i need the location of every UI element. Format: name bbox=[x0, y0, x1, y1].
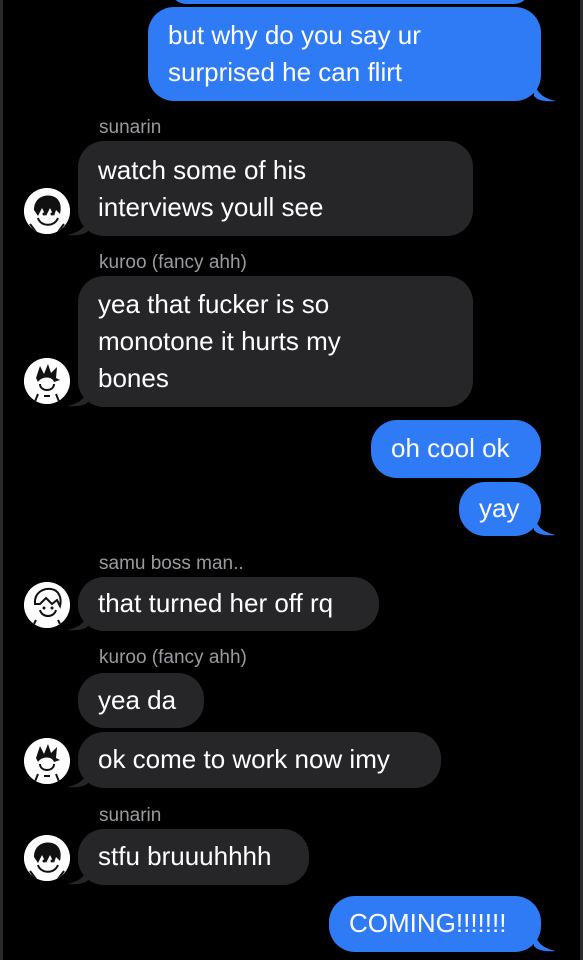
message-bubble-incoming[interactable]: ok come to work now imy bbox=[78, 732, 441, 788]
message-bubble-incoming[interactable]: stfu bruuuhhhh bbox=[78, 829, 309, 885]
sender-name: sunarin bbox=[99, 117, 162, 138]
message-line: bones bbox=[98, 363, 169, 393]
message-bubble-incoming[interactable]: that turned her off rq bbox=[78, 577, 379, 631]
bubble-tail bbox=[67, 766, 89, 788]
bubble-tail bbox=[67, 214, 89, 236]
message-line: yay bbox=[479, 493, 520, 523]
message-line: that turned her off rq bbox=[98, 588, 334, 618]
bubble-tail bbox=[67, 609, 89, 631]
sender-name: kuroo (fancy ahh) bbox=[99, 252, 247, 273]
bubble-tail bbox=[67, 863, 89, 885]
message-line: ok come to work now imy bbox=[98, 744, 390, 774]
sunarin-avatar[interactable] bbox=[24, 188, 70, 234]
message-line: but why do you say ur bbox=[168, 20, 421, 50]
sunarin-avatar[interactable] bbox=[24, 835, 70, 881]
message-line: yea da bbox=[98, 685, 177, 715]
previous-message-bubble[interactable] bbox=[170, 0, 530, 4]
message-line: interviews youll see bbox=[98, 192, 324, 222]
message-bubble-outgoing[interactable]: oh cool ok bbox=[371, 420, 541, 478]
message-line: watch some of his bbox=[98, 155, 307, 185]
message-line: COMING!!!!!!! bbox=[349, 908, 507, 938]
message-bubble-outgoing[interactable]: but why do you say ur surprised he can f… bbox=[148, 7, 541, 101]
message-line: stfu bruuuhhhh bbox=[98, 841, 272, 871]
sender-name: samu boss man.. bbox=[99, 553, 244, 574]
bubble-tail bbox=[534, 514, 556, 536]
message-line: surprised he can flirt bbox=[168, 57, 403, 87]
message-bubble-incoming[interactable]: yea da bbox=[78, 673, 204, 728]
message-line: yea that fucker is so bbox=[98, 289, 330, 319]
message-bubble-outgoing[interactable]: yay bbox=[459, 482, 541, 536]
message-bubble-incoming[interactable]: yea that fucker is so monotone it hurts … bbox=[78, 276, 473, 407]
message-line: monotone it hurts my bbox=[98, 326, 341, 356]
sender-name: sunarin bbox=[99, 805, 162, 826]
window-edge-left bbox=[0, 0, 3, 960]
message-line: oh cool ok bbox=[391, 433, 510, 463]
message-bubble-outgoing[interactable]: COMING!!!!!!! bbox=[329, 896, 541, 952]
samu-avatar[interactable] bbox=[24, 582, 70, 628]
kuroo-avatar[interactable] bbox=[24, 358, 70, 404]
bubble-tail bbox=[534, 80, 556, 102]
sender-name: kuroo (fancy ahh) bbox=[99, 647, 247, 668]
kuroo-avatar[interactable] bbox=[24, 738, 70, 784]
bubble-tail bbox=[534, 930, 556, 952]
bubble-tail bbox=[67, 385, 89, 407]
message-bubble-incoming[interactable]: watch some of his interviews youll see bbox=[78, 141, 473, 236]
